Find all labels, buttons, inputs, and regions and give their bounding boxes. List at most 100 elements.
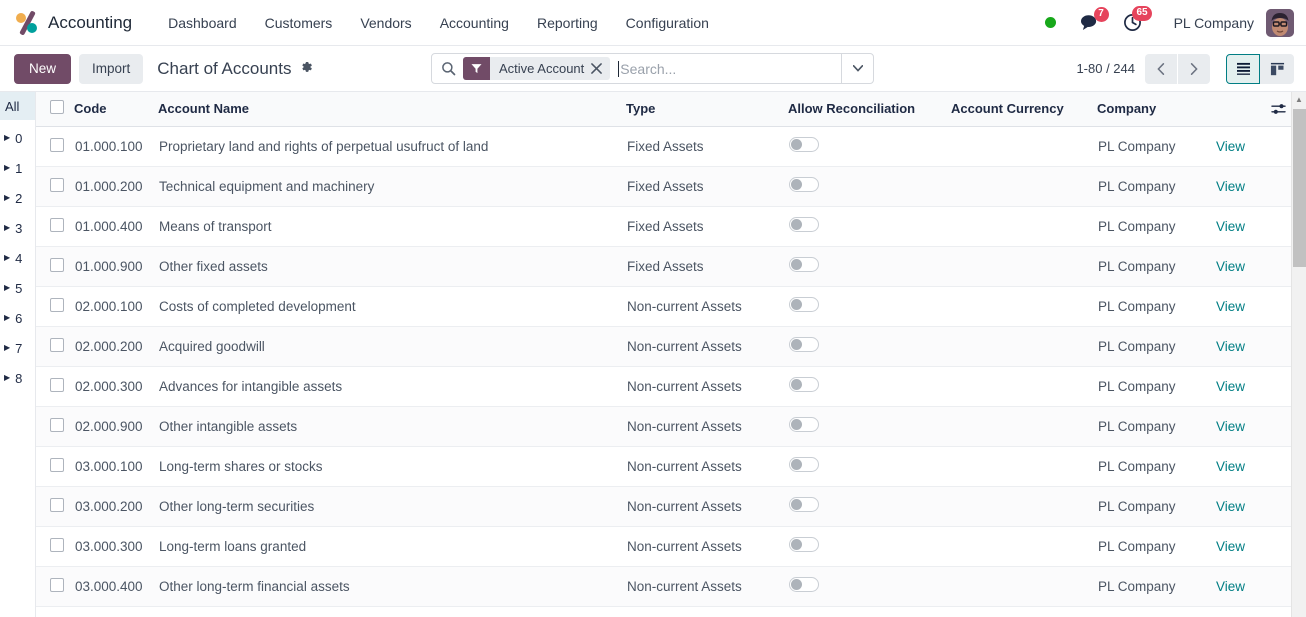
new-button[interactable]: New [14, 53, 72, 84]
allow-reconciliation-toggle[interactable] [789, 337, 819, 352]
sidebar-item-group-0[interactable]: ▶ 0 [0, 123, 35, 153]
table-row[interactable]: 02.000.100 Costs of completed development… [36, 286, 1306, 327]
sidebar-item-group-4[interactable]: ▶ 4 [0, 243, 35, 273]
sidebar-item-group-3[interactable]: ▶ 3 [0, 213, 35, 243]
menu-item-customers[interactable]: Customers [251, 9, 347, 37]
caret-right-icon[interactable]: ▶ [4, 374, 10, 382]
menu-item-configuration[interactable]: Configuration [612, 9, 723, 37]
import-button[interactable]: Import [79, 53, 144, 84]
allow-reconciliation-toggle[interactable] [789, 497, 819, 512]
table-row[interactable]: 03.000.300 Long-term loans granted Non-cur… [36, 526, 1306, 567]
view-link[interactable]: View [1216, 179, 1245, 194]
select-all-checkbox[interactable] [50, 100, 64, 115]
view-link[interactable]: View [1216, 139, 1245, 154]
view-link[interactable]: View [1216, 259, 1245, 274]
view-link[interactable]: View [1216, 419, 1245, 434]
caret-right-icon[interactable]: ▶ [4, 284, 10, 292]
allow-reconciliation-toggle[interactable] [789, 417, 819, 432]
view-link[interactable]: View [1216, 499, 1245, 514]
view-link[interactable]: View [1216, 539, 1245, 554]
scroll-up-icon[interactable]: ▲ [1292, 92, 1306, 107]
menu-item-dashboard[interactable]: Dashboard [154, 9, 251, 37]
row-checkbox[interactable] [50, 497, 64, 512]
scrollbar-thumb[interactable] [1293, 109, 1306, 267]
allow-reconciliation-toggle[interactable] [789, 577, 819, 592]
table-row[interactable]: 02.000.900 Other intangible assets Non-cur… [36, 406, 1306, 447]
allow-reconciliation-toggle[interactable] [789, 217, 819, 232]
table-row[interactable]: 01.000.900 Other fixed assets Fixed Assets… [36, 246, 1306, 287]
caret-right-icon[interactable]: ▶ [4, 344, 10, 352]
allow-reconciliation-toggle[interactable] [789, 137, 819, 152]
caret-right-icon[interactable]: ▶ [4, 194, 10, 202]
row-checkbox[interactable] [50, 537, 64, 552]
column-header-allow-reconciliation[interactable]: Allow Reconciliation [788, 92, 951, 127]
messages-button[interactable]: 7 [1074, 7, 1109, 31]
column-header-type[interactable]: Type [626, 92, 788, 127]
menu-item-accounting[interactable]: Accounting [426, 9, 523, 37]
caret-right-icon[interactable]: ▶ [4, 134, 10, 142]
view-link[interactable]: View [1216, 219, 1245, 234]
pager-value[interactable]: 1-80 / 244 [1076, 61, 1135, 76]
row-checkbox[interactable] [50, 177, 64, 192]
row-checkbox[interactable] [50, 377, 64, 392]
row-checkbox[interactable] [50, 337, 64, 352]
sliders-icon[interactable] [1271, 102, 1287, 119]
caret-right-icon[interactable]: ▶ [4, 254, 10, 262]
avatar[interactable] [1266, 8, 1294, 37]
column-header-code[interactable]: Code [74, 92, 158, 127]
row-checkbox[interactable] [50, 457, 64, 472]
view-link[interactable]: View [1216, 339, 1245, 354]
sidebar-item-group-7[interactable]: ▶ 7 [0, 333, 35, 363]
search-dropdown-toggle[interactable] [841, 54, 873, 83]
row-checkbox[interactable] [50, 297, 64, 312]
allow-reconciliation-toggle[interactable] [789, 537, 819, 552]
row-checkbox[interactable] [50, 577, 64, 592]
column-header-account-currency[interactable]: Account Currency [951, 92, 1097, 127]
menu-item-reporting[interactable]: Reporting [523, 9, 612, 37]
caret-right-icon[interactable]: ▶ [4, 224, 10, 232]
odoo-accounting-logo-icon[interactable] [14, 9, 40, 36]
allow-reconciliation-toggle[interactable] [789, 257, 819, 272]
allow-reconciliation-toggle[interactable] [789, 177, 819, 192]
search-facet-active-account[interactable]: Active Account [463, 57, 611, 80]
view-link[interactable]: View [1216, 459, 1245, 474]
brand-name[interactable]: Accounting [48, 13, 132, 33]
activities-button[interactable]: 65 [1117, 6, 1152, 32]
vertical-scrollbar[interactable]: ▲ [1291, 92, 1306, 617]
menu-item-vendors[interactable]: Vendors [346, 9, 425, 37]
row-checkbox[interactable] [50, 257, 64, 272]
search-view[interactable]: Active Account Search... [431, 53, 874, 84]
pager-previous-button[interactable] [1145, 53, 1177, 84]
sidebar-item-group-5[interactable]: ▶ 5 [0, 273, 35, 303]
view-link[interactable]: View [1216, 579, 1245, 594]
allow-reconciliation-toggle[interactable] [789, 457, 819, 472]
allow-reconciliation-toggle[interactable] [789, 297, 819, 312]
gear-icon[interactable] [299, 60, 313, 77]
caret-right-icon[interactable]: ▶ [4, 164, 10, 172]
column-header-account-name[interactable]: Account Name [158, 92, 626, 127]
table-row[interactable]: 02.000.200 Acquired goodwill Non-current A… [36, 326, 1306, 367]
row-checkbox[interactable] [50, 137, 64, 152]
table-row[interactable]: 03.000.100 Long-term shares or stocks Non-… [36, 446, 1306, 487]
sidebar-item-group-8[interactable]: ▶ 8 [0, 363, 35, 393]
sidebar-item-group-2[interactable]: ▶ 2 [0, 183, 35, 213]
search-input[interactable]: Search... [610, 54, 841, 83]
table-row[interactable]: 03.000.200 Other long-term securities Non-… [36, 486, 1306, 527]
close-icon[interactable] [591, 57, 610, 80]
company-switcher[interactable]: PL Company [1174, 15, 1254, 31]
row-checkbox[interactable] [50, 217, 64, 232]
pager-next-button[interactable] [1178, 53, 1210, 84]
table-row[interactable]: 01.000.200 Technical equipment and machin… [36, 166, 1306, 207]
caret-right-icon[interactable]: ▶ [4, 314, 10, 322]
sidebar-item-all[interactable]: All [0, 92, 35, 120]
table-row[interactable]: 03.000.400 Other long-term financial asse… [36, 566, 1306, 607]
sidebar-item-group-6[interactable]: ▶ 6 [0, 303, 35, 333]
view-link[interactable]: View [1216, 299, 1245, 314]
sidebar-item-group-1[interactable]: ▶ 1 [0, 153, 35, 183]
table-row[interactable]: 02.000.300 Advances for intangible assets… [36, 366, 1306, 407]
table-row[interactable]: 01.000.100 Proprietary land and rights of… [36, 126, 1306, 167]
row-checkbox[interactable] [50, 417, 64, 432]
view-switcher-kanban[interactable] [1260, 53, 1294, 84]
allow-reconciliation-toggle[interactable] [789, 377, 819, 392]
view-switcher-list[interactable] [1226, 53, 1260, 84]
